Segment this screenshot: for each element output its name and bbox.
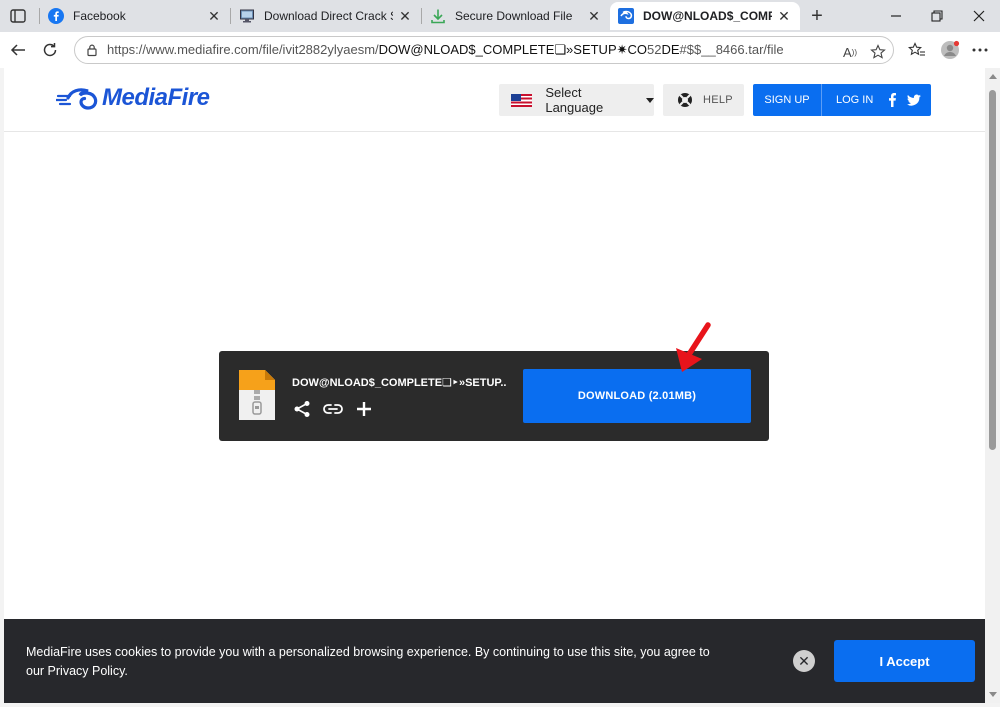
file-name: DOW@NLOAD$_COMPLETE❏‣»SETUP...: [292, 377, 507, 389]
copy-link-icon[interactable]: [323, 399, 343, 419]
log-in-button[interactable]: LOG IN: [822, 84, 873, 116]
restore-button[interactable]: [922, 4, 952, 28]
help-button[interactable]: HELP: [663, 84, 744, 116]
tab-facebook[interactable]: Facebook ✕: [40, 2, 230, 30]
chevron-down-icon: [646, 97, 654, 103]
reload-icon: [43, 43, 57, 57]
url-filename: DOW@NLOAD$_COMPLETE: [378, 42, 555, 57]
tab-strip: Facebook ✕ Download Direct Crack Setu ✕ …: [0, 0, 1000, 32]
cookie-banner: MediaFire uses cookies to provide you wi…: [4, 619, 985, 703]
plus-icon: +: [811, 4, 823, 27]
help-label: HELP: [703, 94, 733, 106]
facebook-login-icon[interactable]: [885, 93, 899, 107]
tab-title: Download Direct Crack Setu: [264, 9, 393, 23]
share-icon[interactable]: [292, 399, 312, 419]
browser-toolbar: https://www.mediafire.com/file/ivit2882y…: [0, 32, 1000, 68]
tab-close-button[interactable]: ✕: [206, 8, 222, 24]
tab-actions-button[interactable]: [6, 5, 30, 27]
favorites-button[interactable]: [905, 38, 929, 62]
accept-cookies-button[interactable]: I Accept: [834, 640, 975, 682]
close-icon: [973, 10, 985, 22]
minimize-icon: [891, 15, 901, 17]
download-button[interactable]: DOWNLOAD (2.01MB): [523, 369, 751, 423]
tab-actions-icon: [10, 9, 26, 23]
twitter-login-icon[interactable]: [907, 93, 921, 107]
window-close-button[interactable]: [964, 4, 994, 28]
brand-name: MediaFire: [102, 84, 210, 111]
page-scrollbar[interactable]: [985, 68, 1000, 703]
tab-secure-download[interactable]: Secure Download File ✕: [422, 2, 610, 30]
add-to-account-icon[interactable]: [354, 399, 374, 419]
restore-icon: [931, 10, 943, 22]
site-header: MediaFire Select Language HELP SIGN UP L…: [4, 68, 985, 132]
avatar-icon: [941, 40, 960, 59]
monitor-icon: [239, 8, 255, 24]
url-prefix: https://www.mediafire.com/file/ivit2882y…: [107, 42, 379, 57]
url-number: 52: [647, 42, 662, 57]
more-dots-icon: [972, 48, 988, 52]
scroll-down-icon[interactable]: [989, 692, 997, 697]
address-bar[interactable]: https://www.mediafire.com/file/ivit2882y…: [74, 36, 894, 64]
url-filename-de: DE: [661, 42, 680, 57]
auth-bar: SIGN UP LOG IN: [753, 84, 931, 116]
favorite-star-icon[interactable]: [869, 43, 887, 61]
url-filename-mid: »SETUP✷CO: [566, 42, 648, 57]
favorites-icon: [908, 42, 925, 56]
reload-button[interactable]: [38, 38, 62, 62]
new-tab-button[interactable]: +: [805, 4, 829, 28]
url-suffix: #$$__8466.tar/file: [679, 42, 784, 57]
scroll-up-icon[interactable]: [989, 74, 997, 79]
tab-close-button[interactable]: ✕: [776, 8, 792, 24]
tab-title: Secure Download File: [455, 9, 573, 23]
read-aloud-icon[interactable]: A)): [841, 43, 859, 61]
cookie-close-button[interactable]: ✕: [793, 650, 815, 672]
mediafire-icon: [618, 8, 634, 24]
lifebuoy-icon: [678, 93, 692, 107]
tab-title: Facebook: [73, 9, 126, 23]
us-flag-icon: [511, 93, 533, 107]
sign-up-button[interactable]: SIGN UP: [753, 84, 822, 116]
download-arrow-icon: [430, 8, 446, 24]
facebook-icon: [48, 8, 64, 24]
red-annotation-arrow-icon: [676, 322, 711, 372]
back-button[interactable]: [6, 38, 30, 62]
tab-mediafire[interactable]: DOW@NLOAD$_COMPLETE ✕: [610, 2, 800, 30]
language-label: Select Language: [545, 85, 604, 115]
tab-close-button[interactable]: ✕: [397, 8, 413, 24]
mediafire-logo[interactable]: MediaFire: [56, 84, 210, 112]
scrollbar-thumb[interactable]: [989, 90, 996, 450]
tab-close-button[interactable]: ✕: [586, 8, 602, 24]
mediafire-flame-icon: [56, 88, 98, 110]
url-text: https://www.mediafire.com/file/ivit2882y…: [107, 42, 827, 58]
tab-title: DOW@NLOAD$_COMPLETE: [643, 9, 772, 23]
language-selector[interactable]: Select Language: [499, 84, 654, 116]
web-page: MediaFire Select Language HELP SIGN UP L…: [4, 68, 985, 703]
cookie-message: MediaFire uses cookies to provide you wi…: [26, 645, 710, 678]
settings-menu-button[interactable]: [968, 38, 992, 62]
minimize-button[interactable]: [881, 4, 911, 28]
site-info-icon[interactable]: [85, 43, 99, 57]
url-glyph: ❏: [554, 42, 567, 57]
back-arrow-icon: [10, 44, 25, 56]
profile-button[interactable]: [938, 38, 962, 62]
zip-file-icon: [239, 370, 275, 420]
tab-crack-setup[interactable]: Download Direct Crack Setu ✕: [231, 2, 421, 30]
